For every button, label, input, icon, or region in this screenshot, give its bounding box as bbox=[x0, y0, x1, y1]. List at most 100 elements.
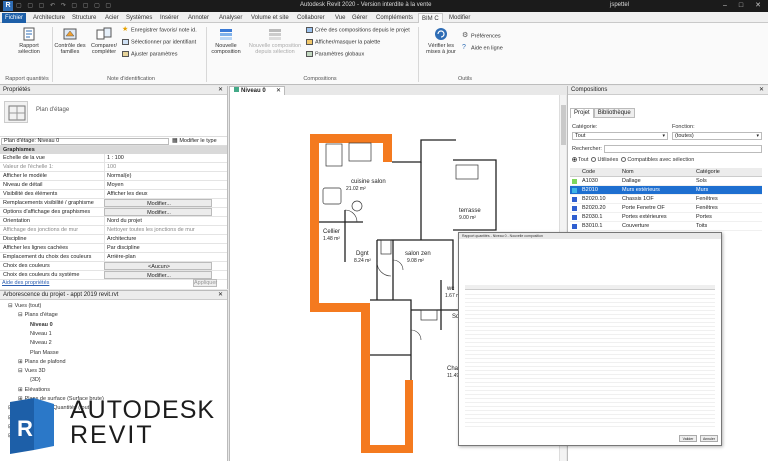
report-cancel-button[interactable]: Annuler bbox=[700, 435, 718, 442]
tab-bibliotheque[interactable]: Bibliothèque bbox=[593, 108, 635, 118]
properties-help-link[interactable]: Aide des propriétés bbox=[2, 280, 49, 286]
tab-architecture[interactable]: Architecture bbox=[30, 13, 68, 23]
function-select[interactable]: (toutes) ▾ bbox=[672, 132, 762, 140]
tab-structure[interactable]: Structure bbox=[69, 13, 99, 23]
radio-tout[interactable] bbox=[572, 157, 577, 163]
composition-row[interactable]: B2030.1 Portes extérieures Portes bbox=[570, 213, 762, 222]
property-value[interactable]: Nettoyer toutes les jonctions de mur bbox=[104, 226, 212, 234]
save-favorites-button[interactable]: ★ Enregistrer favoris/ note id. bbox=[122, 26, 197, 33]
property-row[interactable]: Afficher le modèle Normal(e) bbox=[0, 172, 227, 181]
compare-button[interactable]: Comparer/ compléter bbox=[88, 27, 120, 55]
tree-node[interactable]: Niveau 0 bbox=[28, 322, 53, 328]
tree-node[interactable]: ⊟ Plans d'étage bbox=[18, 312, 58, 318]
property-row[interactable]: Affichage des jonctions de mur Nettoyer t… bbox=[0, 226, 227, 235]
property-edit-button[interactable]: Modifier... bbox=[104, 208, 212, 216]
tab-projet[interactable]: Projet bbox=[570, 108, 594, 118]
check-updates-button[interactable]: Vérifier les mises à jour bbox=[422, 27, 460, 55]
tree-node[interactable]: ⊟ Vues 3D bbox=[18, 368, 46, 374]
maximize-button[interactable]: □ bbox=[734, 1, 748, 11]
tab-bim-c[interactable]: BIM C bbox=[418, 13, 443, 23]
expand-toggle-icon[interactable]: ⊞ bbox=[18, 359, 23, 365]
view-tab-close-icon[interactable]: ✕ bbox=[276, 87, 281, 95]
property-value[interactable]: Afficher les deux bbox=[104, 190, 212, 198]
tree-node[interactable]: {3D} bbox=[28, 377, 41, 383]
tree-node[interactable]: Plan Masse bbox=[28, 350, 59, 356]
composition-row[interactable]: B3010.1 Couverture Toits bbox=[570, 222, 762, 231]
radio-compatibles[interactable] bbox=[621, 157, 627, 163]
property-value[interactable]: 1 : 100 bbox=[104, 154, 212, 162]
tab-fichier[interactable]: Fichier bbox=[2, 13, 27, 23]
adjust-params-button[interactable]: Ajuster paramètres bbox=[122, 51, 177, 57]
online-help-button[interactable]: ? Aide en ligne bbox=[462, 44, 503, 51]
room-name-cuisine-salon[interactable]: cuisine salon bbox=[351, 179, 386, 185]
property-row[interactable]: Discipline Architecture bbox=[0, 235, 227, 244]
search-input[interactable] bbox=[604, 145, 762, 153]
property-edit-button[interactable]: Modifier... bbox=[104, 271, 212, 279]
properties-close-icon[interactable]: ✕ bbox=[218, 86, 223, 95]
tab-modifier[interactable]: Modifier bbox=[446, 13, 473, 23]
room-name-cellier[interactable]: Cellier bbox=[323, 229, 340, 235]
room-name-dgnt[interactable]: Dgnt bbox=[356, 251, 369, 257]
property-value[interactable]: 100 bbox=[104, 163, 212, 171]
type-selector[interactable]: Plan d'étage bbox=[0, 95, 227, 137]
apply-button[interactable]: Appliquer bbox=[193, 279, 217, 287]
property-row[interactable]: Valeur de l'échelle 1: 100 bbox=[0, 163, 227, 172]
chevron-right-icon[interactable]: › bbox=[751, 248, 756, 264]
new-composition-from-selection-button[interactable]: Nouvelle composition depuis sélection bbox=[246, 27, 304, 55]
property-value[interactable]: Nord du projet bbox=[104, 217, 212, 225]
property-value[interactable]: Par discipline bbox=[104, 244, 212, 252]
room-name-salon-zen[interactable]: salon zen bbox=[405, 251, 431, 257]
property-row[interactable]: Niveau de détail Moyen bbox=[0, 181, 227, 190]
tab-analyser[interactable]: Analyser bbox=[216, 13, 245, 23]
property-value[interactable]: Architecture bbox=[104, 235, 212, 243]
property-row[interactable]: Orientation Nord du projet bbox=[0, 217, 227, 226]
property-value[interactable]: Arrière-plan bbox=[104, 253, 212, 261]
tab-volume-site[interactable]: Volume et site bbox=[248, 13, 292, 23]
radio-utilisees[interactable] bbox=[591, 157, 597, 163]
tree-node[interactable]: ⊟ Vues (tout) bbox=[8, 303, 41, 309]
property-row[interactable]: Visibilité des éléments Afficher les deux bbox=[0, 190, 227, 199]
tree-node[interactable]: ⊞ Plans de plafond bbox=[18, 359, 66, 365]
revit-app-icon[interactable]: R bbox=[3, 1, 13, 11]
column-nom[interactable]: Nom bbox=[622, 168, 634, 177]
scrollbar-thumb[interactable] bbox=[561, 105, 566, 145]
property-edit-button[interactable]: <Aucun> bbox=[104, 262, 212, 270]
composition-row[interactable]: B2020.10 Chassis 1OF Fenêtres bbox=[570, 195, 762, 204]
quick-access-toolbar[interactable]: ▢ ▢ ▢ ↶ ↷ ▢ ▢ ▢ ▢ bbox=[16, 2, 113, 9]
tab-systemes[interactable]: Systèmes bbox=[123, 13, 155, 23]
global-params-button[interactable]: Paramètres globaux bbox=[306, 51, 364, 57]
report-ok-button[interactable]: Valider bbox=[679, 435, 697, 442]
create-compositions-from-project-button[interactable]: Crée des compositions depuis le projet bbox=[306, 27, 410, 33]
tree-node[interactable]: Niveau 2 bbox=[28, 340, 52, 346]
property-row[interactable]: Echelle de la vue 1 : 100 bbox=[0, 154, 227, 163]
column-code[interactable]: Code bbox=[582, 168, 595, 177]
edit-type-button[interactable]: ▦ Modifier le type bbox=[172, 137, 217, 146]
user-name[interactable]: jspettel bbox=[610, 2, 629, 8]
minimize-button[interactable]: – bbox=[718, 1, 732, 11]
property-value[interactable]: Moyen bbox=[104, 181, 212, 189]
property-value[interactable]: Normal(e) bbox=[104, 172, 212, 180]
tree-node[interactable]: Niveau 1 bbox=[28, 331, 52, 337]
expand-toggle-icon[interactable]: ⊟ bbox=[8, 303, 13, 309]
browser-close-icon[interactable]: ✕ bbox=[218, 291, 223, 300]
tab-collaborer[interactable]: Collaborer bbox=[294, 13, 328, 23]
property-row[interactable]: Remplacements visibilité / graphisme Modi… bbox=[0, 199, 227, 208]
tab-vue[interactable]: Vue bbox=[332, 13, 348, 23]
instance-filter-select[interactable]: Plan d'étage: Niveau 0 bbox=[1, 138, 169, 145]
category-select[interactable]: Tout ▾ bbox=[572, 132, 668, 140]
property-edit-button[interactable]: Modifier... bbox=[104, 199, 212, 207]
tree-node[interactable]: ⊞ Elévations bbox=[18, 387, 50, 393]
families-check-button[interactable]: Contrôle des familles bbox=[54, 27, 86, 55]
expand-toggle-icon[interactable]: ⊟ bbox=[18, 368, 23, 374]
tab-gerer[interactable]: Gérer bbox=[349, 13, 370, 23]
compositions-close-icon[interactable]: ✕ bbox=[759, 86, 764, 95]
preferences-button[interactable]: ⚙ Préférences bbox=[462, 32, 501, 39]
close-button[interactable]: ✕ bbox=[751, 1, 765, 11]
composition-row[interactable]: A1030 Dallage Sols bbox=[570, 177, 762, 186]
property-row[interactable]: Afficher les lignes cachées Par disciplin… bbox=[0, 244, 227, 253]
room-name-wc[interactable]: wc bbox=[446, 286, 454, 292]
expand-toggle-icon[interactable]: ⊟ bbox=[18, 312, 23, 318]
property-row[interactable]: Choix des couleurs <Aucun> bbox=[0, 262, 227, 271]
property-row[interactable]: Options d'affichage des graphismes Modifi… bbox=[0, 208, 227, 217]
tab-acier[interactable]: Acier bbox=[102, 13, 122, 23]
